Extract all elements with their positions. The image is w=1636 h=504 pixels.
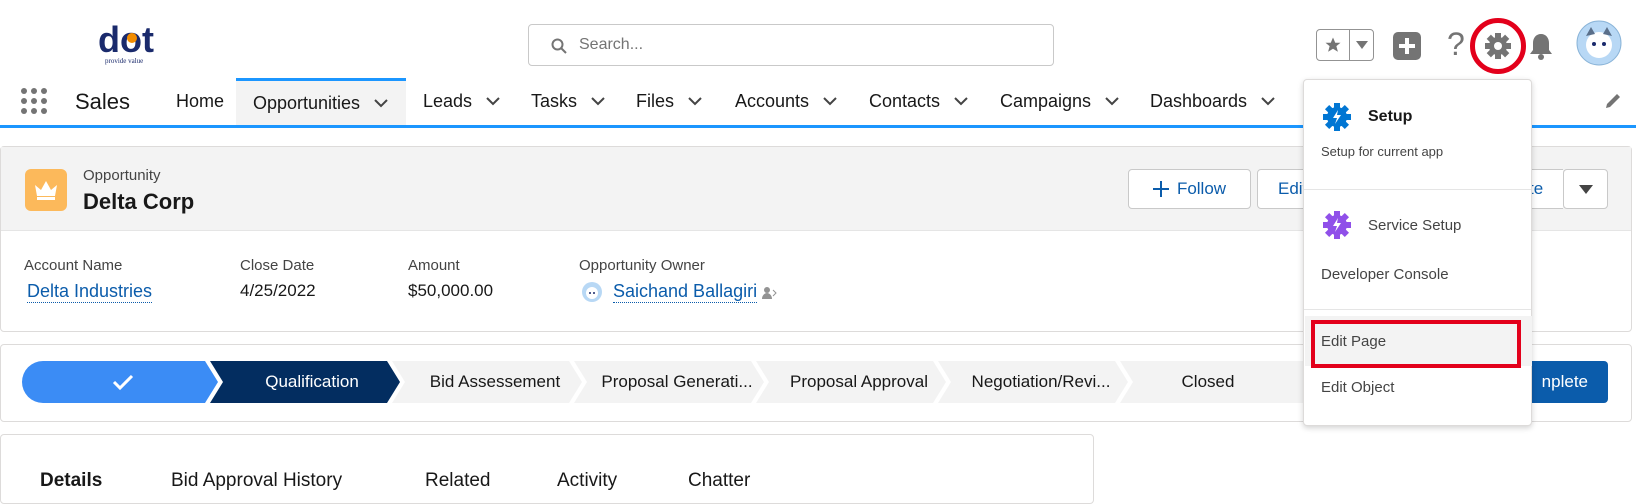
nav-item-accounts[interactable]: Accounts — [735, 78, 837, 125]
app-name: Sales — [75, 88, 131, 114]
edit-nav-pencil-icon[interactable] — [1604, 92, 1622, 110]
amount-value: $50,000.00 — [408, 281, 494, 300]
global-header: dot provide value Search... ? — [0, 0, 1636, 78]
favorites-star-icon[interactable] — [1317, 30, 1350, 60]
developer-console-menu-item[interactable]: Developer Console — [1321, 266, 1449, 283]
owner-avatar-icon — [581, 281, 603, 303]
edit-page-highlight-box — [1311, 320, 1521, 368]
path-label-proposal-approval: Proposal Approval — [790, 372, 928, 391]
service-setup-icon — [1322, 210, 1352, 240]
logo-wordmark: dot — [98, 20, 154, 60]
chevron-down-icon[interactable] — [688, 97, 702, 106]
path-label-qualification: Qualification — [265, 372, 359, 391]
tab-related[interactable]: Related — [425, 470, 491, 492]
menu-divider — [1304, 309, 1531, 310]
follow-button[interactable]: Follow — [1128, 169, 1251, 209]
favorites-button-group[interactable] — [1316, 29, 1374, 61]
path-label-bid-assessement: Bid Assessement — [429, 372, 561, 391]
search-icon — [551, 38, 567, 54]
change-owner-icon[interactable] — [761, 285, 777, 301]
company-logo[interactable]: dot provide value — [96, 20, 168, 72]
account-name-link[interactable]: Delta Industries — [27, 281, 153, 303]
nav-item-files[interactable]: Files — [636, 78, 702, 125]
setup-subtitle: Setup for current app — [1321, 144, 1444, 159]
tab-activity[interactable]: Activity — [557, 470, 617, 492]
favorites-dropdown-icon[interactable] — [1350, 30, 1373, 60]
service-setup-menu-item[interactable]: Service Setup — [1368, 217, 1461, 234]
edit-object-menu-item[interactable]: Edit Object — [1321, 379, 1394, 396]
nav-item-home[interactable]: Home — [176, 78, 224, 125]
close-date-value: 4/25/2022 — [240, 281, 316, 300]
app-launcher-icon[interactable] — [20, 87, 48, 115]
search-placeholder: Search... — [579, 36, 644, 53]
path-stage-completed[interactable] — [22, 361, 218, 403]
notifications-bell-icon[interactable] — [1528, 32, 1554, 60]
help-icon[interactable]: ? — [1447, 26, 1465, 63]
tab-details[interactable]: Details — [40, 470, 102, 492]
path-label-closed: Closed — [1181, 372, 1235, 391]
more-actions-dropdown[interactable] — [1563, 169, 1608, 209]
path-label-proposal-generation: Proposal Generati... — [601, 372, 753, 391]
nav-item-tasks[interactable]: Tasks — [531, 78, 605, 125]
chevron-down-icon[interactable] — [823, 97, 837, 106]
chevron-down-icon[interactable] — [954, 97, 968, 106]
tab-bid-approval-history[interactable]: Bid Approval History — [171, 470, 342, 492]
field-label-amount: Amount — [408, 257, 460, 274]
path-label-negotiation: Negotiation/Revi... — [971, 372, 1111, 391]
chevron-down-icon — [1578, 184, 1593, 194]
nav-item-leads[interactable]: Leads — [423, 78, 500, 125]
nav-item-contacts[interactable]: Contacts — [869, 78, 968, 125]
logo-tagline: provide value — [105, 57, 143, 65]
gear-highlight-circle — [1470, 18, 1526, 74]
setup-menu-dropdown: Setup Setup for current app Service Setu… — [1303, 79, 1532, 426]
chevron-down-icon[interactable] — [486, 97, 500, 106]
user-avatar[interactable] — [1576, 20, 1622, 66]
field-label-opportunity-owner: Opportunity Owner — [579, 257, 705, 274]
menu-divider — [1304, 189, 1531, 190]
opportunity-owner-link[interactable]: Saichand Ballagiri — [613, 281, 758, 303]
global-actions-plus-icon[interactable] — [1393, 32, 1421, 60]
global-search[interactable]: Search... — [528, 24, 1054, 66]
record-name: Delta Corp — [83, 189, 195, 214]
tab-chatter[interactable]: Chatter — [688, 470, 750, 492]
chevron-down-icon[interactable] — [591, 97, 605, 106]
chevron-down-icon[interactable] — [1261, 97, 1275, 106]
field-label-close-date: Close Date — [240, 257, 315, 274]
chevron-down-icon[interactable] — [374, 98, 388, 108]
nav-item-campaigns[interactable]: Campaigns — [1000, 78, 1119, 125]
plus-icon — [1152, 181, 1169, 197]
setup-menu-item[interactable]: Setup — [1368, 108, 1412, 126]
nav-item-dashboards[interactable]: Dashboards — [1150, 78, 1275, 125]
record-type-label: Opportunity — [83, 167, 161, 184]
setup-icon — [1322, 102, 1352, 132]
field-label-account-name: Account Name — [24, 257, 123, 274]
chevron-down-icon[interactable] — [1105, 97, 1119, 106]
opportunity-crown-icon — [25, 169, 67, 211]
nav-item-opportunities[interactable]: Opportunities — [236, 78, 406, 125]
